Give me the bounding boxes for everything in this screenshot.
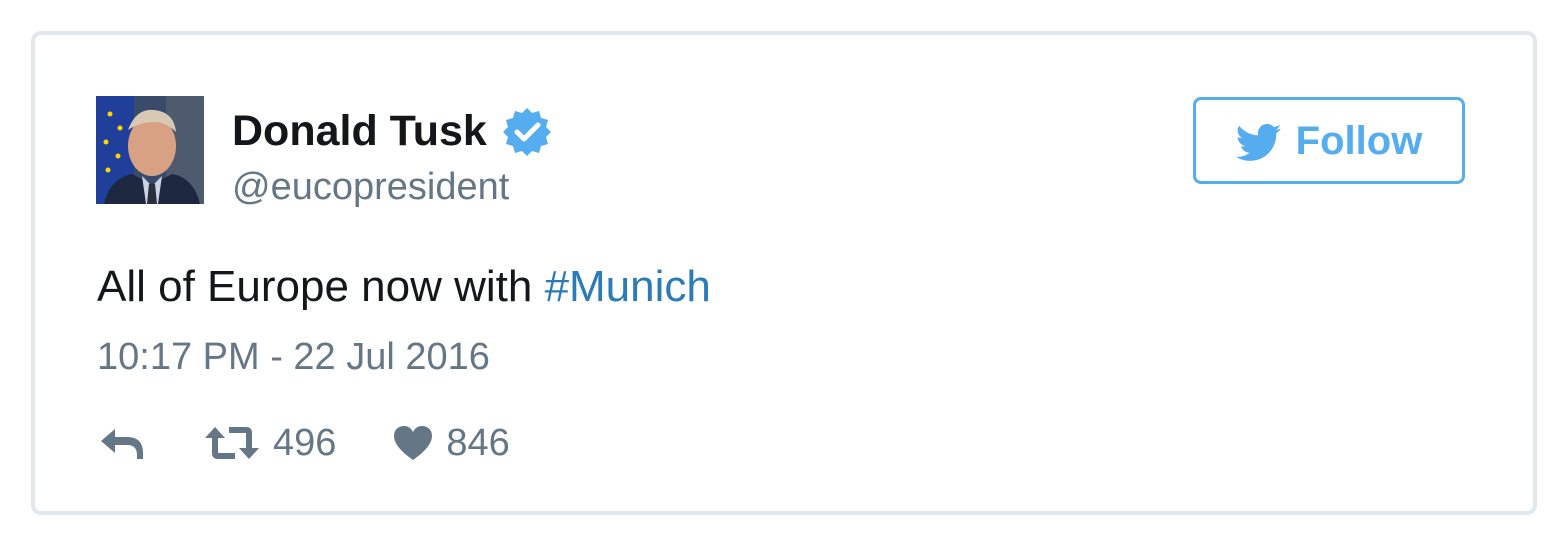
heart-icon (392, 424, 434, 462)
author-name-row: Donald Tusk (232, 103, 552, 159)
follow-button[interactable]: Follow (1193, 97, 1465, 184)
verified-badge-icon (502, 106, 552, 156)
author-handle[interactable]: @eucopresident (232, 163, 509, 211)
hashtag-link[interactable]: #Munich (545, 262, 711, 311)
follow-button-label: Follow (1295, 118, 1423, 163)
twitter-bird-icon (1235, 123, 1282, 163)
tweet-timestamp[interactable]: 10:17 PM - 22 Jul 2016 (97, 333, 490, 381)
retweet-icon (203, 423, 261, 463)
retweet-count: 496 (273, 422, 337, 464)
author-name[interactable]: Donald Tusk (232, 103, 487, 159)
avatar[interactable] (96, 96, 204, 204)
tweet-text: All of Europe now with #Munich (97, 259, 711, 315)
reply-icon (97, 423, 145, 463)
tweet-actions: 496 846 (97, 417, 510, 469)
tweet-text-body: All of Europe now with (97, 262, 545, 311)
like-count: 846 (446, 422, 510, 464)
tweet-card: Donald Tusk @eucopresident Follow All of… (31, 31, 1537, 515)
like-button[interactable]: 846 (392, 419, 510, 467)
reply-button[interactable] (97, 423, 145, 463)
retweet-button[interactable]: 496 (203, 419, 336, 467)
